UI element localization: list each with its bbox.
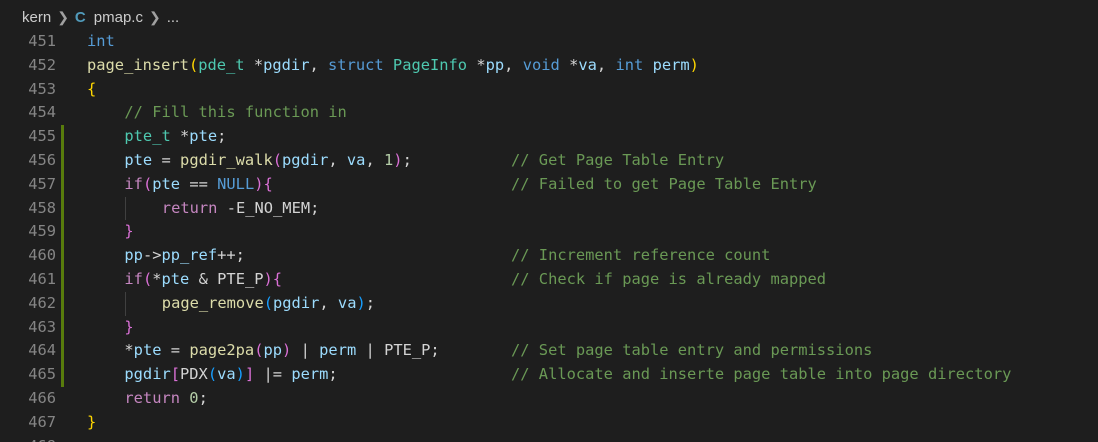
code-text: pp->pp_ref++; (124, 246, 245, 265)
code-text: return -E_NO_MEM; (161, 198, 320, 217)
code-text: pte_t *pte; (124, 127, 227, 146)
code-line[interactable]: 459} (0, 220, 1098, 245)
git-added-marker[interactable] (61, 244, 64, 268)
code-text: } (87, 412, 97, 431)
code-line[interactable]: 462 page_remove(pgdir, va); (0, 291, 1098, 316)
line-number: 456 (28, 151, 56, 169)
code-line[interactable]: 461 if(*pte & PTE_P){ // Check if page is … (0, 268, 1098, 292)
code-text: } (124, 317, 134, 336)
line-number: 462 (28, 293, 56, 312)
chevron-right-icon: ❯ (148, 8, 161, 25)
line-number: 464 (28, 341, 56, 360)
code-text: { (87, 79, 97, 98)
line-number: 461 (28, 270, 56, 288)
code-line[interactable]: 458 return -E_NO_MEM; (0, 196, 1098, 221)
code-text: // Fill this function in (124, 103, 347, 122)
code-text: pgdir[PDX(va)] |= perm; (124, 365, 338, 384)
code-line[interactable]: 455 pte_t *pte; (0, 125, 1098, 149)
git-added-marker[interactable] (61, 291, 64, 316)
git-added-marker[interactable] (61, 363, 64, 387)
code-text: return 0; (124, 389, 208, 407)
code-text: *pte = page2pa(pp) | perm | PTE_P; (124, 341, 440, 360)
breadcrumb-symbols[interactable]: ... (167, 9, 180, 26)
code-text: pte = pgdir_walk(pgdir, va, 1); (124, 151, 412, 169)
git-added-marker[interactable] (61, 268, 64, 292)
code-line[interactable]: 457 if(pte == NULL){ // Failed to get Page… (0, 172, 1098, 197)
code-line[interactable]: 464 *pte = page2pa(pp) | perm | PTE_P; // … (0, 339, 1098, 364)
line-number: 468 (0, 435, 56, 442)
line-number: 457 (28, 174, 56, 193)
line-number: 455 (28, 127, 56, 146)
git-added-marker[interactable] (61, 149, 64, 173)
code-line[interactable]: 456 pte = pgdir_walk(pgdir, va, 1); // Get… (0, 149, 1098, 173)
code-line[interactable]: 468 (0, 435, 1098, 442)
chevron-right-icon: ❯ (57, 8, 69, 25)
code-editor[interactable]: 451 int 452 page_insert(pde_t *pgdir, struc… (0, 28, 1098, 442)
c-file-icon: C (74, 8, 86, 26)
line-number: 465 (28, 365, 56, 384)
git-added-marker[interactable] (61, 196, 64, 221)
code-text: page_remove(pgdir, va); (161, 293, 376, 312)
breadcrumb-folder[interactable]: kern (22, 9, 51, 26)
code-text: if(pte == NULL){ (124, 174, 273, 193)
line-number: 459 (28, 222, 56, 241)
git-added-marker[interactable] (61, 339, 64, 364)
code-line[interactable]: 465 pgdir[PDX(va)] |= perm; // Allocate an… (0, 363, 1098, 387)
code-line[interactable]: 466 return 0; (0, 387, 1098, 411)
line-number: 463 (28, 317, 56, 336)
code-line[interactable]: 451 int (0, 30, 1098, 54)
code-line[interactable]: 467} (0, 411, 1098, 435)
indent-guide (125, 291, 127, 316)
git-added-marker[interactable] (61, 220, 64, 245)
code-line[interactable]: 460 pp->pp_ref++; // Increment reference c… (0, 244, 1098, 268)
line-number: 466 (28, 389, 56, 407)
git-added-marker[interactable] (61, 125, 64, 149)
inline-comment: // Failed to get Page Table Entry (511, 174, 817, 193)
code-line[interactable]: 453 { (0, 78, 1098, 102)
code-line[interactable]: 463} (0, 315, 1098, 340)
line-number: 460 (28, 246, 56, 265)
line-number: 451 (28, 32, 56, 50)
code-line[interactable]: 454 // Fill this function in (0, 101, 1098, 125)
code-line[interactable]: 452 page_insert(pde_t *pgdir, struct Page… (0, 54, 1098, 78)
inline-comment: // Check if page is already mapped (511, 270, 827, 288)
inline-comment: // Get Page Table Entry (511, 151, 725, 169)
inline-comment: // Allocate and inserte page table into … (511, 365, 1012, 384)
code-text: page_insert(pde_t *pgdir, struct PageInf… (87, 55, 699, 74)
inline-comment: // Set page table entry and permissions (511, 341, 873, 360)
git-added-marker[interactable] (61, 172, 64, 197)
code-text: } (124, 222, 134, 241)
code-text: if(*pte & PTE_P){ (124, 270, 283, 288)
line-number: 454 (28, 103, 56, 122)
indent-guide (125, 196, 127, 221)
breadcrumb-file[interactable]: pmap.c (94, 9, 143, 26)
line-number: 452 (28, 55, 56, 74)
line-number: 458 (28, 198, 56, 217)
git-added-marker[interactable] (61, 315, 64, 340)
inline-comment: // Increment reference count (511, 246, 771, 265)
code-text: int (87, 32, 115, 50)
line-number: 453 (28, 79, 56, 98)
line-number: 467 (28, 412, 56, 431)
